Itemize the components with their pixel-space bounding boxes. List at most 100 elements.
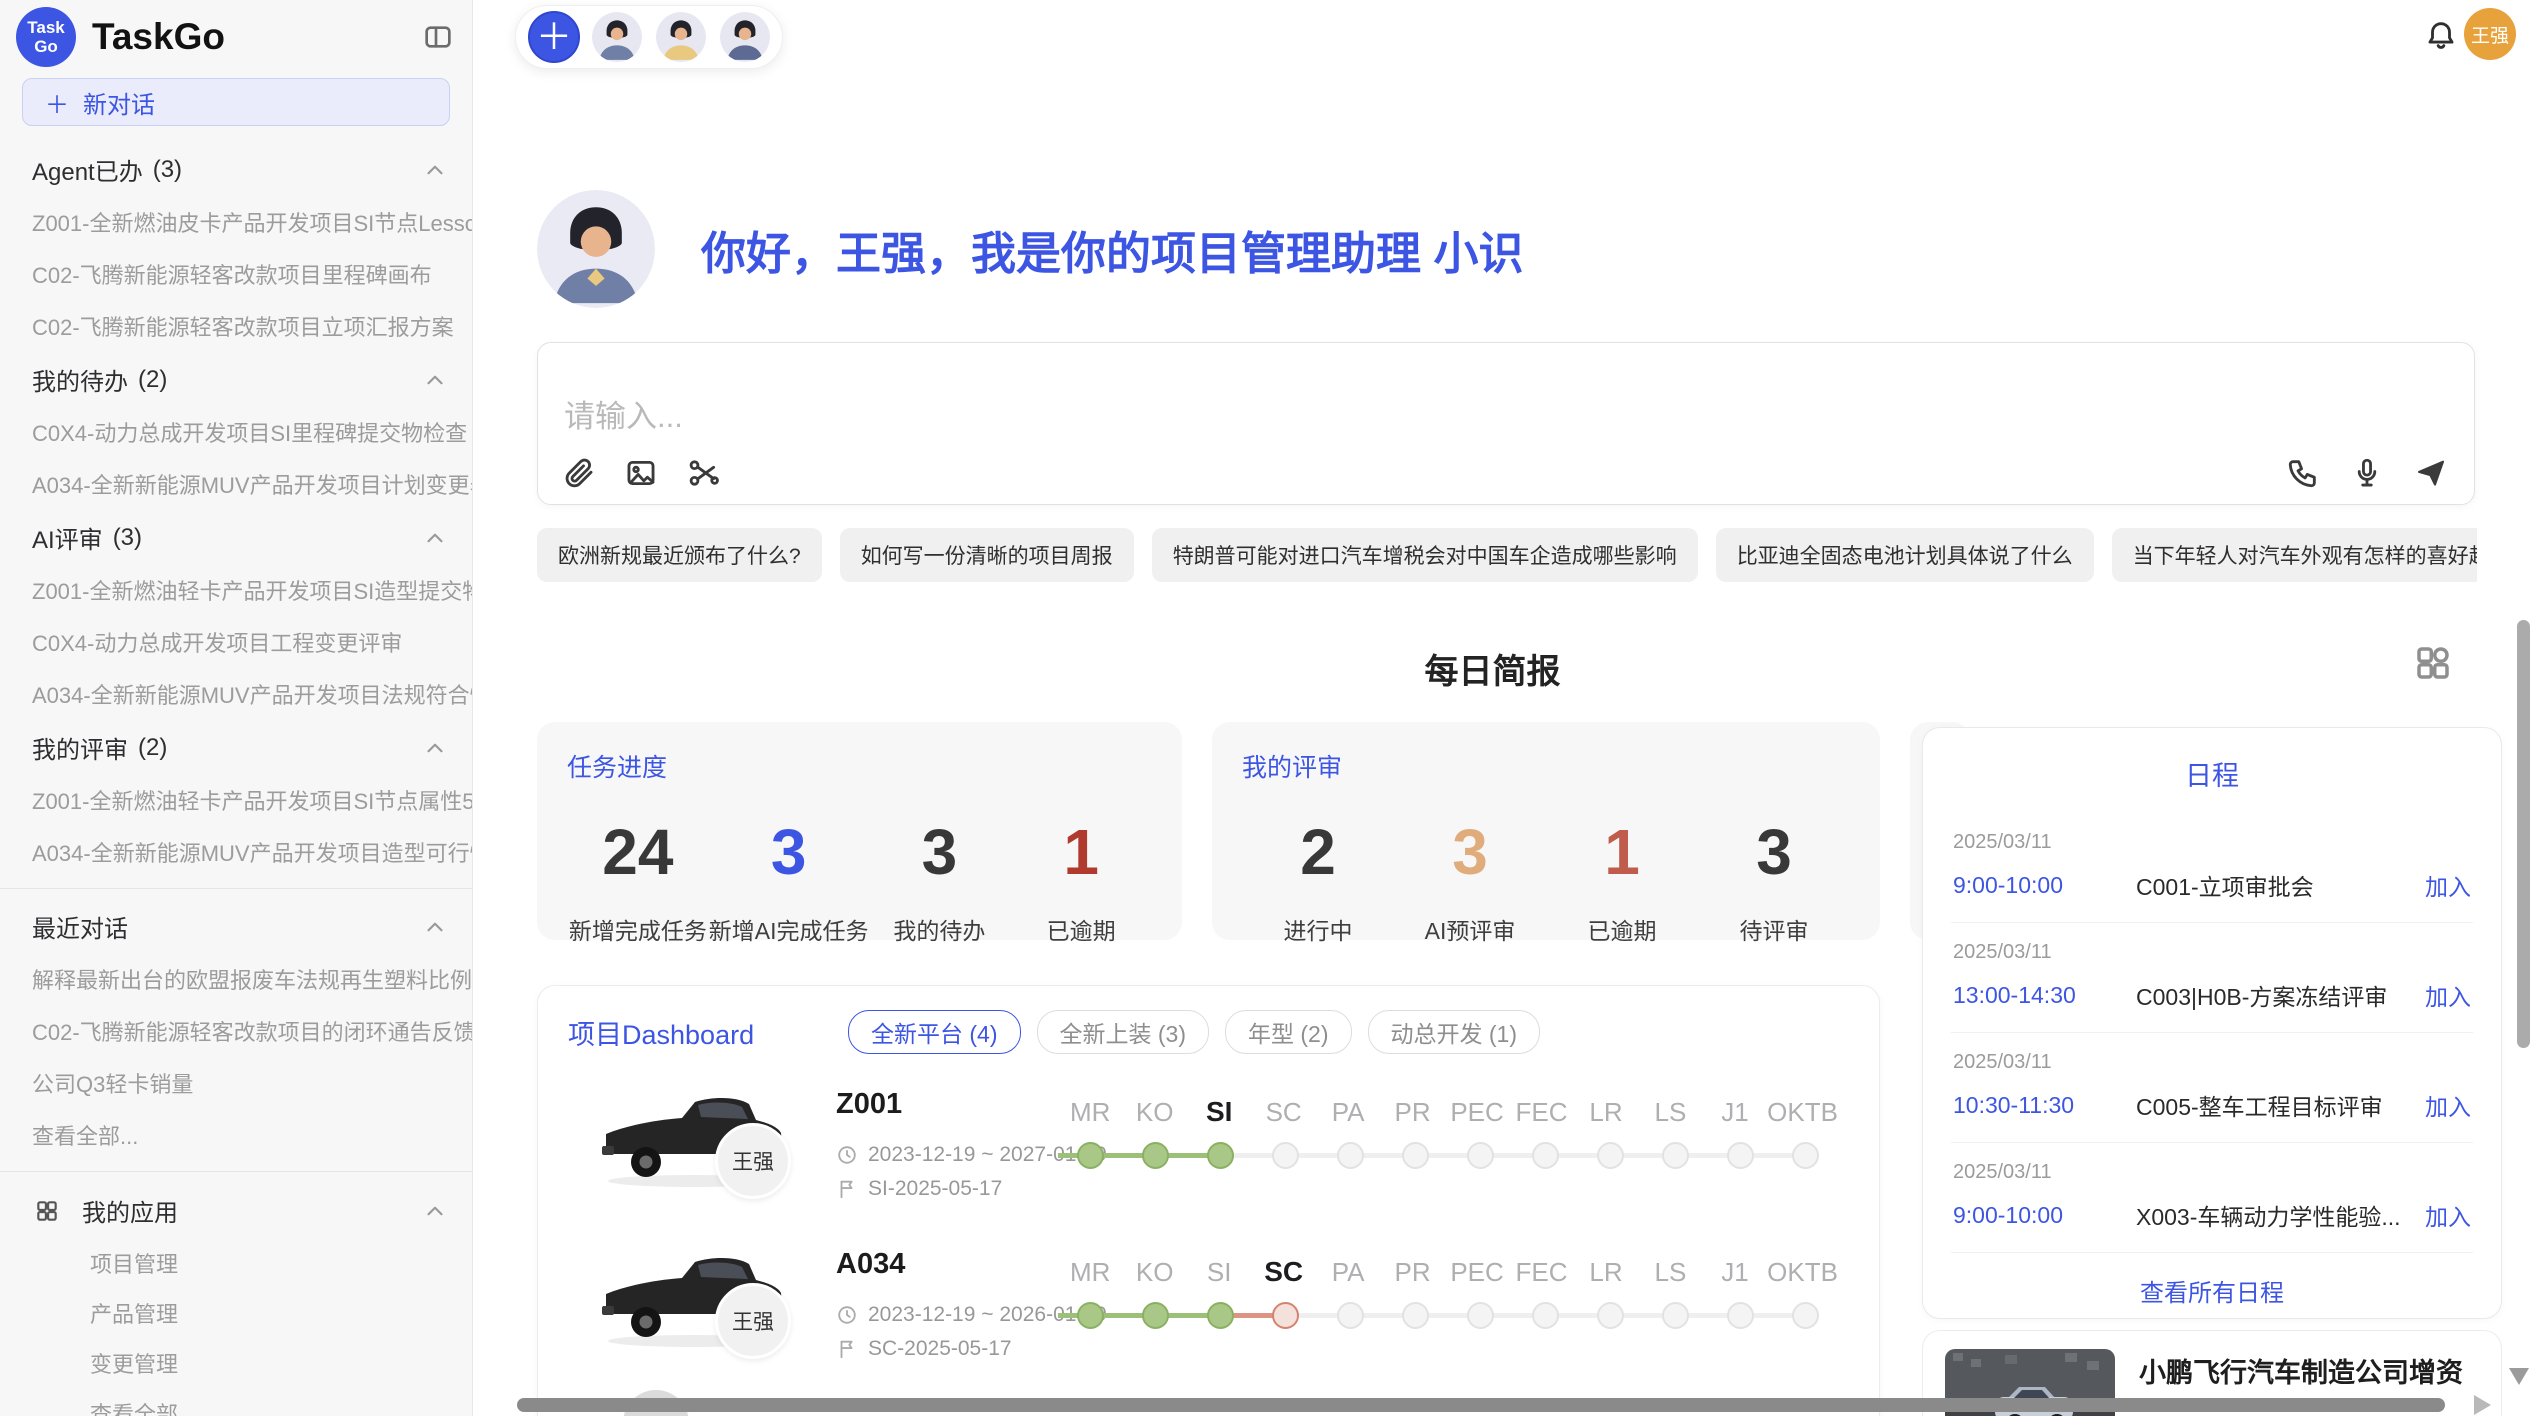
notifications-bell-icon[interactable] <box>2424 18 2458 52</box>
suggestion-chip[interactable]: 当下年轻人对汽车外观有怎样的喜好趋势 <box>2112 528 2477 582</box>
image-icon[interactable] <box>624 456 658 490</box>
recent-chat-item[interactable]: 解释最新出台的欧盟报废车法规再生塑料比例被调至15%... <box>0 953 472 1005</box>
milestone-label-j1: J1 <box>1703 1092 1767 1138</box>
sidebar-section: Agent已办 (3) Z001-全新燃油皮卡产品开发项目SI节点Lesson … <box>0 142 472 352</box>
add-agent-button[interactable]: ＋ <box>528 11 580 63</box>
milestone-dot-pec <box>1467 1302 1494 1329</box>
collapse-sidebar-icon[interactable] <box>422 21 454 53</box>
view-all-schedule-link[interactable]: 查看所有日程 <box>1951 1273 2473 1308</box>
horizontal-scrollbar-thumb[interactable] <box>517 1398 2445 1412</box>
attachment-icon[interactable] <box>562 456 596 490</box>
sidebar-sections: Agent已办 (3) Z001-全新燃油皮卡产品开发项目SI节点Lesson … <box>0 142 472 878</box>
app-item[interactable]: 变更管理 <box>0 1338 472 1388</box>
sidebar-item[interactable]: C0X4-动力总成开发项目SI里程碑提交物检查 <box>0 406 472 458</box>
project-owner-avatar: 王强 <box>715 1283 791 1359</box>
chevron-up-icon <box>422 914 448 940</box>
dashboard-tab[interactable]: 全新平台 (4) <box>848 1010 1021 1054</box>
stat-value: 3 <box>1698 816 1850 888</box>
app-item[interactable]: 产品管理 <box>0 1288 472 1338</box>
dashboard-tab[interactable]: 全新上装 (3) <box>1037 1010 1210 1054</box>
avatar[interactable] <box>720 12 770 62</box>
microphone-icon[interactable] <box>2350 456 2384 490</box>
section-items: C0X4-动力总成开发项目SI里程碑提交物检查A034-全新新能源MUV产品开发… <box>0 406 472 510</box>
suggestion-chip[interactable]: 比亚迪全固态电池计划具体说了什么 <box>1716 528 2094 582</box>
project-dashboard-card: 项目Dashboard 全新平台 (4) 全新上装 (3) 年型 (2) 动总开发 (… <box>537 985 1880 1416</box>
project-image: 王强 <box>598 1238 808 1380</box>
schedule-date: 2025/03/11 <box>1953 831 2471 854</box>
apps-view-all[interactable]: 查看全部... <box>0 1388 472 1416</box>
dashboard-title: 项目Dashboard <box>568 1013 848 1052</box>
suggestion-chip[interactable]: 特朗普可能对进口汽车增税会对中国车企造成哪些影响 <box>1152 528 1698 582</box>
avatar[interactable] <box>592 12 642 62</box>
stat-label: AI预评审 <box>1394 912 1546 946</box>
schedule-entry-main: 9:00-10:00 C001-立项审批会 加入 <box>1953 868 2471 902</box>
dashboard-tab[interactable]: 动总开发 (1) <box>1368 1010 1541 1054</box>
sidebar-item[interactable]: C02-飞腾新能源轻客改款项目里程碑画布 <box>0 248 472 300</box>
dashboard-tab[interactable]: 年型 (2) <box>1225 1010 1352 1054</box>
phone-call-icon[interactable] <box>2286 456 2320 490</box>
sidebar-item[interactable]: C0X4-动力总成开发项目工程变更评审 <box>0 616 472 668</box>
chevron-up-icon <box>422 735 448 761</box>
schedule-title: 日程 <box>1951 754 2473 793</box>
recent-chats-header[interactable]: 最近对话 <box>0 899 472 953</box>
schedule-entry-main: 13:00-14:30 C003|H0B-方案冻结评审 加入 <box>1953 978 2471 1012</box>
vertical-scrollbar-thumb[interactable] <box>2517 620 2530 1048</box>
milestone-dot-pr <box>1402 1302 1429 1329</box>
sidebar-item[interactable]: Z001-全新燃油皮卡产品开发项目SI节点Lesson Learn报告 <box>0 196 472 248</box>
milestone-label-lr: LR <box>1574 1252 1638 1298</box>
chat-input[interactable] <box>562 389 2066 453</box>
user-avatar[interactable]: 王强 <box>2464 8 2516 60</box>
stat-label: 新增完成任务 <box>567 912 709 946</box>
avatar[interactable] <box>656 12 706 62</box>
dashboard-header: 项目Dashboard 全新平台 (4) 全新上装 (3) 年型 (2) 动总开发 (… <box>568 1010 1849 1054</box>
send-icon[interactable] <box>2414 456 2448 490</box>
sidebar-header: Task Go TaskGo <box>0 0 472 74</box>
recent-chat-item[interactable]: C02-飞腾新能源轻客改款项目的闭环通告反馈情况 <box>0 1005 472 1057</box>
project-row[interactable]: 王强 Z001 2023-12-19 ~ 2027-01-19 <box>568 1066 1849 1226</box>
join-link[interactable]: 加入 <box>2425 1198 2471 1232</box>
schedule-panel: 日程 2025/03/11 9:00-10:00 C001-立项审批会 加入 2… <box>1922 727 2502 1319</box>
recent-view-all[interactable]: 查看全部... <box>0 1109 472 1161</box>
stat-grid: 2 进行中 3 AI预评审 1 已逾期 3 待评审 <box>1242 816 1850 946</box>
sidebar-section-header[interactable]: 我的待办 (2) <box>0 352 472 406</box>
recent-chat-item[interactable]: 公司Q3轻卡销量 <box>0 1057 472 1109</box>
sidebar-section-header[interactable]: 我的评审 (2) <box>0 720 472 774</box>
project-row[interactable]: 王强 A034 2023-12-19 ~ 2026-01-19 <box>568 1226 1849 1386</box>
milestone-label-si: SI <box>1187 1252 1251 1298</box>
milestone-label-fec: FEC <box>1509 1252 1573 1298</box>
milestone-dot-ko <box>1142 1302 1169 1329</box>
sidebar-item[interactable]: C02-飞腾新能源轻客改款项目立项汇报方案 <box>0 300 472 352</box>
dashboard-grid-icon[interactable] <box>2412 642 2454 684</box>
new-chat-button[interactable]: ＋ 新对话 <box>22 78 450 126</box>
join-link[interactable]: 加入 <box>2425 1088 2471 1122</box>
milestone-label-pa: PA <box>1316 1252 1380 1298</box>
stat-label: 已逾期 <box>1010 912 1152 946</box>
join-link[interactable]: 加入 <box>2425 978 2471 1012</box>
milestone-label-mr: MR <box>1058 1092 1122 1138</box>
sidebar-item[interactable]: A034-全新新能源MUV产品开发项目计划变更表编写 <box>0 458 472 510</box>
schedule-event-title: C001-立项审批会 <box>2110 868 2425 902</box>
sidebar-section-header[interactable]: AI评审 (3) <box>0 510 472 564</box>
app-item[interactable]: 项目管理 <box>0 1238 472 1288</box>
sidebar-item[interactable]: A034-全新新能源MUV产品开发项目造型可行性评审 <box>0 826 472 878</box>
scissors-icon[interactable] <box>686 456 720 490</box>
clock-icon <box>836 1144 858 1166</box>
suggestion-chip[interactable]: 如何写一份清晰的项目周报 <box>840 528 1134 582</box>
suggestion-chip[interactable]: 欧洲新规最近颁布了什么? <box>537 528 822 582</box>
schedule-entry: 2025/03/11 13:00-14:30 C003|H0B-方案冻结评审 加… <box>1951 923 2473 1033</box>
project-owner-avatar: 王强 <box>715 1123 791 1199</box>
scroll-right-arrow[interactable] <box>2474 1395 2491 1415</box>
my-apps-header[interactable]: 我的应用 <box>0 1182 472 1238</box>
section-title: 我的评审 <box>32 730 128 765</box>
milestone-label-ko: KO <box>1122 1092 1186 1138</box>
join-link[interactable]: 加入 <box>2425 868 2471 902</box>
project-flag: SI-2025-05-17 <box>836 1177 1107 1201</box>
sidebar-item[interactable]: Z001-全新燃油轻卡产品开发项目SI造型提交物评审 <box>0 564 472 616</box>
sidebar-section-header[interactable]: Agent已办 (3) <box>0 142 472 196</box>
flag-icon <box>836 1338 858 1360</box>
scroll-down-arrow[interactable] <box>2509 1368 2529 1385</box>
sidebar-item[interactable]: Z001-全新燃油轻卡产品开发项目SI节点属性5D文件评审 <box>0 774 472 826</box>
section-title: AI评审 <box>32 520 103 555</box>
sidebar-item[interactable]: A034-全新新能源MUV产品开发项目法规符合性评审 <box>0 668 472 720</box>
app-title: TaskGo <box>92 16 422 58</box>
